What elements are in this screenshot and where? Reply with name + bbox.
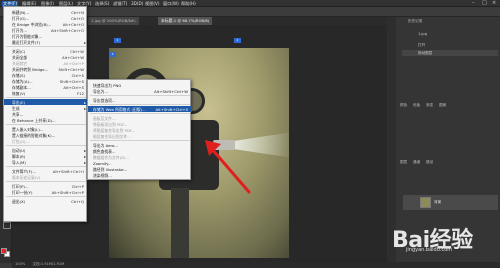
submenu-arrow-icon: ▸ [84, 153, 86, 159]
slice-marker-3: 3 [109, 52, 116, 57]
menu-separator [6, 46, 86, 47]
menu-separator [90, 104, 190, 105]
tab-document-2[interactable]: 未标题-1 @ 66.7%(RGB/8) [158, 17, 213, 25]
history-source-label: 1.jpg [418, 32, 427, 36]
slice-marker-1: 1 [114, 38, 121, 43]
maximize-icon[interactable]: □ [482, 0, 487, 6]
red-arrow-annotation [205, 140, 251, 194]
menu-separator [6, 196, 86, 197]
history-item-label: 打开 [418, 43, 426, 47]
menu-separator [6, 97, 86, 98]
document-size: 文档:1.91M/1.91M [32, 262, 65, 266]
menu-separator [6, 145, 86, 146]
tab-layers[interactable]: 图层 [400, 160, 407, 165]
menu-item-save-for-web[interactable]: 存储为 Web 所用格式 (旧版)... Alt+Shift+Ctrl+S [88, 106, 192, 112]
layer-name: 背景 [434, 200, 442, 204]
file-menu-dropdown: 新建(N)... Ctrl+N 打开(O)... Ctrl+O 在 Bridge 中… [3, 6, 88, 222]
baidu-jingyan-watermark: Bai经验 jingyan.baidu.com [392, 222, 500, 254]
tab-channels[interactable]: 通道 [413, 160, 420, 165]
history-panel-tab[interactable]: 历史记录 [408, 19, 422, 24]
status-bar: 100% 文档:1.91M/1.91M [12, 262, 500, 268]
minimize-icon[interactable]: – [472, 0, 475, 6]
menu-item-share-behance[interactable]: 在 Behance 上共享(D)... [4, 117, 88, 123]
submenu-arrow-icon: ▸ [84, 99, 86, 105]
tab-color[interactable]: 颜色 [400, 103, 407, 108]
menu-item-layer-comps-to-files[interactable]: 图层复合导出到文件... [88, 133, 192, 139]
close-icon[interactable]: × [492, 0, 496, 6]
menu-separator [90, 95, 190, 96]
menu-separator [90, 113, 190, 114]
menu-item-render-video[interactable]: 渲染视频... [88, 172, 192, 178]
submenu-arrow-icon: ▸ [84, 39, 86, 45]
submenu-arrow-icon: ▸ [84, 147, 86, 153]
menu-item-recent-files[interactable]: 最近打开文件(T) ▸ [4, 39, 88, 45]
menu-item-export-as[interactable]: 导出为... Alt+Shift+Ctrl+W [88, 88, 192, 94]
submenu-arrow-icon: ▸ [84, 105, 86, 111]
slice-marker-2: 2 [234, 38, 241, 43]
menu-3d[interactable]: 3D(D) [131, 1, 143, 6]
menu-separator [6, 166, 86, 167]
menu-item-exit[interactable]: 退出(X) Ctrl+Q [4, 198, 88, 204]
menu-item-import[interactable]: 导入(M) ▸ [4, 159, 88, 165]
tab-document-1[interactable]: 1.jpg @ 100%(RGB/8#) [88, 17, 139, 25]
projector-stand [171, 188, 189, 258]
window-controls: – □ × [470, 0, 500, 7]
layer-thumbnail [420, 197, 431, 208]
menu-separator [6, 181, 86, 182]
watermark-url: jingyan.baidu.com [406, 247, 453, 253]
zoom-level: 100% [15, 262, 26, 266]
more-tools-icon[interactable] [2, 221, 11, 229]
menu-item-export-preferences[interactable]: 导出首选项... [88, 97, 192, 103]
tab-paths[interactable]: 路径 [426, 160, 433, 165]
menu-item-version-history[interactable]: 版本历史记录(V) [4, 174, 88, 180]
history-item[interactable]: 拖动图层 [402, 50, 498, 56]
foreground-color-swatch[interactable] [1, 248, 7, 254]
menu-item-revert[interactable]: 恢复(V) F12 [4, 90, 88, 96]
tab-patterns[interactable]: 图案 [439, 103, 446, 108]
export-submenu: 快速导出为 PNG 导出为... Alt+Shift+Ctrl+W 导出首选项..… [87, 79, 192, 180]
tab-gradients[interactable]: 渐变 [426, 103, 433, 108]
submenu-arrow-icon: ▸ [84, 159, 86, 165]
menu-item-package[interactable]: 打包(G)... [4, 138, 88, 144]
tab-swatches[interactable]: 色板 [413, 103, 420, 108]
history-item-label: 拖动图层 [418, 51, 433, 55]
menu-separator [90, 140, 190, 141]
history-item[interactable]: 打开 [402, 42, 498, 48]
menu-item-print-one[interactable]: 打印一份(Y) Alt+Shift+Ctrl+P [4, 189, 88, 195]
layer-row-background[interactable] [403, 195, 498, 210]
history-source-row[interactable]: 1.jpg [402, 31, 498, 37]
menu-separator [6, 124, 86, 125]
